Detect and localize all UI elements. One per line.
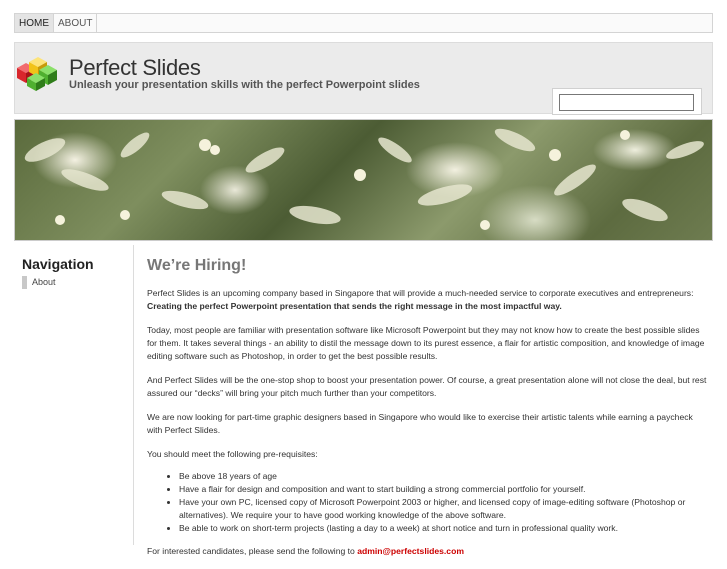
main-content: We’re Hiring! Perfect Slides is an upcom… <box>147 257 707 569</box>
site-header: Perfect Slides Unleash your presentation… <box>14 42 713 115</box>
paragraph: Today, most people are familiar with pre… <box>147 325 705 361</box>
site-tagline: Unleash your presentation skills with th… <box>69 79 420 91</box>
cubes-logo-icon[interactable] <box>15 56 61 92</box>
sidebar: Navigation About <box>14 245 134 545</box>
search-input[interactable] <box>559 94 694 111</box>
list-item: Have your own PC, licensed copy of Micro… <box>179 496 707 522</box>
top-nav: HOME ABOUT <box>14 13 713 33</box>
intro-paragraph: Perfect Slides is an upcoming company ba… <box>147 287 707 313</box>
sidebar-title: Navigation <box>22 256 94 272</box>
contact-paragraph: For interested candidates, please send t… <box>147 545 707 558</box>
intro-bold-text: Creating the perfect Powerpoint presenta… <box>147 301 562 311</box>
list-item: Be above 18 years of age <box>179 470 707 483</box>
paragraph: And Perfect Slides will be the one-stop … <box>147 375 707 398</box>
sidebar-item-about[interactable]: About <box>22 276 56 289</box>
site-title[interactable]: Perfect Slides <box>69 55 201 81</box>
contact-text: For interested candidates, please send t… <box>147 546 358 556</box>
paragraph: We are now looking for part-time graphic… <box>147 412 693 435</box>
search-box <box>552 88 702 115</box>
intro-text: Perfect Slides is an upcoming company ba… <box>147 288 694 298</box>
paragraph: You should meet the following pre-requis… <box>147 449 318 459</box>
header-banner-image <box>14 119 713 241</box>
nav-about-link[interactable]: ABOUT <box>54 14 98 32</box>
page-title: We’re Hiring! <box>147 257 247 274</box>
list-item: Have a flair for design and composition … <box>179 483 707 496</box>
email-link[interactable]: admin@perfectslides.com <box>357 546 464 556</box>
list-item: Be able to work on short-term projects (… <box>179 522 707 535</box>
nav-home-link[interactable]: HOME <box>15 14 54 32</box>
requirements-list: Be above 18 years of age Have a flair fo… <box>147 470 707 535</box>
foliage-decoration <box>24 128 704 230</box>
